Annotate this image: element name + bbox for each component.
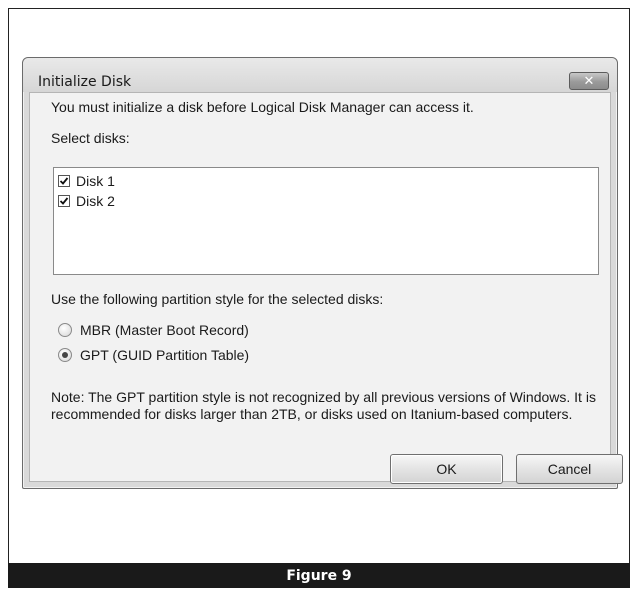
cancel-button[interactable]: Cancel	[516, 454, 623, 484]
instruction-message: You must initialize a disk before Logica…	[51, 99, 474, 115]
figure-caption: Figure 9	[8, 563, 630, 588]
dialog-title: Initialize Disk	[38, 74, 132, 90]
dialog-titlebar: Initialize Disk ✕	[23, 58, 617, 92]
dialog-body: You must initialize a disk before Logica…	[29, 92, 611, 482]
gpt-label: GPT (GUID Partition Table)	[80, 347, 250, 363]
gpt-option[interactable]: GPT (GUID Partition Table)	[58, 346, 249, 364]
disk-checkbox[interactable]	[58, 195, 70, 207]
select-disks-label: Select disks:	[51, 130, 130, 146]
checkmark-icon	[59, 177, 69, 185]
radio-selected-dot	[62, 352, 68, 358]
disk-item[interactable]: Disk 1	[58, 172, 115, 190]
ok-button[interactable]: OK	[390, 454, 503, 484]
checkmark-icon	[59, 197, 69, 205]
mbr-radio[interactable]	[58, 323, 72, 337]
disk-label: Disk 1	[76, 173, 115, 189]
mbr-option[interactable]: MBR (Master Boot Record)	[58, 321, 249, 339]
close-button[interactable]: ✕	[569, 72, 609, 90]
disk-item[interactable]: Disk 2	[58, 192, 115, 210]
disk-label: Disk 2	[76, 193, 115, 209]
initialize-disk-dialog: Initialize Disk ✕ You must initialize a …	[22, 57, 623, 489]
disk-checkbox[interactable]	[58, 175, 70, 187]
close-icon: ✕	[583, 73, 595, 89]
mbr-label: MBR (Master Boot Record)	[80, 322, 249, 338]
gpt-note: Note: The GPT partition style is not rec…	[51, 389, 596, 422]
partition-style-label: Use the following partition style for th…	[51, 291, 384, 307]
disk-list[interactable]: Disk 1 Disk 2	[53, 167, 599, 275]
gpt-radio[interactable]	[58, 348, 72, 362]
